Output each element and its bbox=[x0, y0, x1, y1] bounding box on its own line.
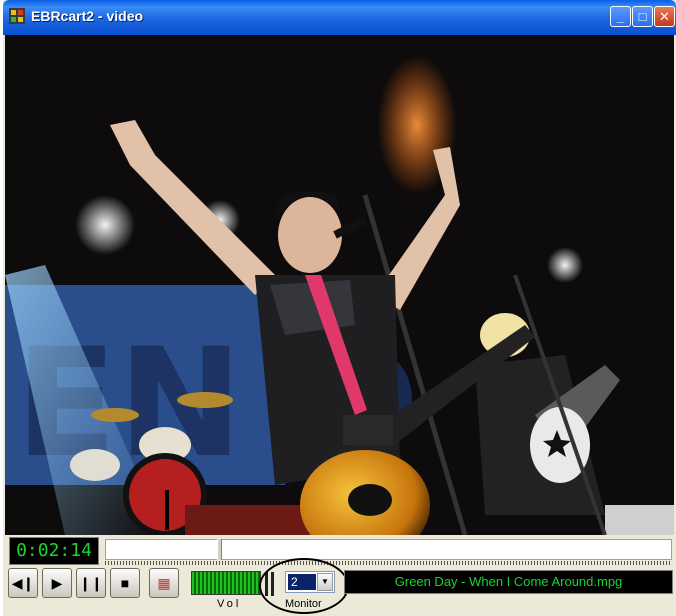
track-title-display: Green Day - When I Come Around.mpg bbox=[344, 570, 673, 594]
stop-button[interactable]: ■ bbox=[110, 568, 140, 598]
minimize-icon: _ bbox=[616, 9, 625, 24]
control-bar: ◀❙ ▶ ❙❙ ■ ▦ Vol 2 ▼ Monitor Green Day - … bbox=[3, 558, 676, 616]
color-palette-icon: ▦ bbox=[157, 575, 171, 591]
maximize-button[interactable]: □ bbox=[632, 6, 653, 27]
pause-icon: ❙❙ bbox=[79, 575, 103, 591]
seek-thumb[interactable] bbox=[217, 539, 223, 560]
play-button[interactable]: ▶ bbox=[42, 568, 72, 598]
title-bar[interactable]: EBRcart2 - video _ □ ✕ bbox=[3, 0, 676, 35]
stop-icon: ■ bbox=[120, 575, 130, 591]
color-button[interactable]: ▦ bbox=[149, 568, 179, 598]
close-button[interactable]: ✕ bbox=[654, 6, 675, 27]
pause-button[interactable]: ❙❙ bbox=[76, 568, 106, 598]
volume-label: Vol bbox=[217, 598, 242, 610]
time-bar: 0:02:14 bbox=[3, 536, 676, 568]
video-frame-image: EN D bbox=[5, 35, 674, 535]
close-icon: ✕ bbox=[659, 9, 670, 24]
monitor-value: 2 bbox=[288, 574, 316, 590]
previous-button[interactable]: ◀❙ bbox=[8, 568, 38, 598]
seek-slider[interactable] bbox=[105, 539, 672, 560]
video-frame: EN D bbox=[5, 35, 674, 535]
chevron-down-icon[interactable]: ▼ bbox=[317, 573, 333, 591]
play-icon: ▶ bbox=[51, 575, 63, 591]
maximize-icon: □ bbox=[638, 9, 647, 24]
elapsed-time-display: 0:02:14 bbox=[9, 537, 99, 565]
monitor-select[interactable]: 2 ▼ bbox=[285, 571, 335, 593]
seek-ticks bbox=[105, 561, 672, 565]
window-title: EBRcart2 - video bbox=[31, 8, 144, 24]
monitor-label: Monitor bbox=[285, 598, 322, 610]
minimize-button[interactable]: _ bbox=[610, 6, 631, 27]
volume-meter bbox=[191, 571, 261, 595]
app-icon bbox=[9, 8, 25, 24]
app-window: EBRcart2 - video _ □ ✕ EN D 0:02:14 ◀❙ ▶… bbox=[3, 0, 676, 616]
skip-back-icon: ◀❙ bbox=[11, 575, 35, 591]
